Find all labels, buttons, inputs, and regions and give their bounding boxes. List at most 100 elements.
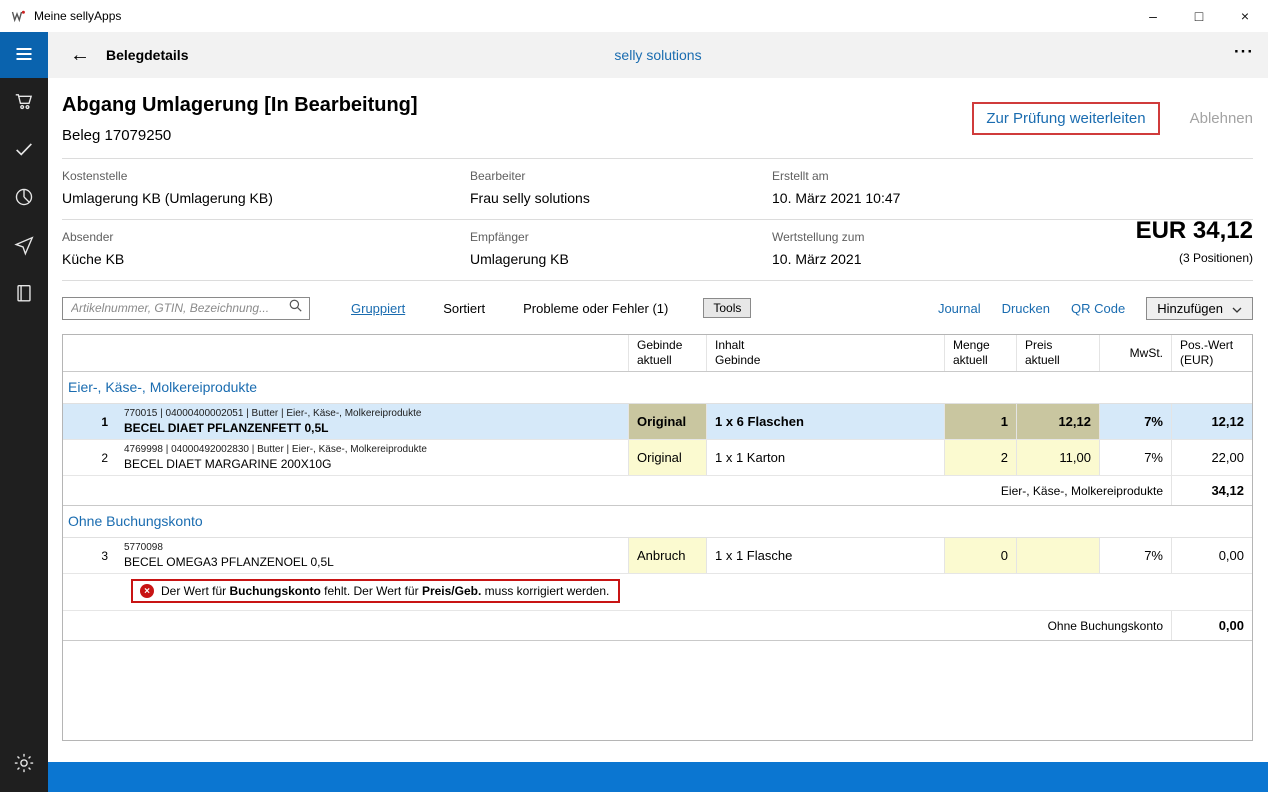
gear-icon [13,752,35,777]
title-bar: Meine sellyApps – □ × [0,0,1268,32]
preis-cell[interactable] [1016,538,1099,573]
article-name: BECEL OMEGA3 PFLANZENOEL 0,5L [124,555,334,569]
minimize-button[interactable]: – [1130,0,1176,32]
group-subtotal: Ohne Buchungskonto 0,00 [63,611,1252,641]
row-description: 4769998 | 04000492002830 | Butter | Eier… [116,440,628,475]
field-label: Absender [62,230,470,244]
journal-link[interactable]: Journal [938,301,981,316]
pos-wert-cell: 0,00 [1171,538,1252,573]
grouped-toggle[interactable]: Gruppiert [351,301,405,316]
gebinde-cell[interactable]: Original [628,440,706,475]
pos-wert-cell: 22,00 [1171,440,1252,475]
book-icon [13,282,35,307]
mwst-cell: 7% [1099,538,1171,573]
subtotal-value: 34,12 [1171,476,1252,505]
send-icon [13,234,35,259]
document-header: Abgang Umlagerung [In Bearbeitung] Beleg… [62,78,1253,144]
header-description [116,335,628,371]
field-value: Frau selly solutions [470,190,772,206]
bottom-bar [48,762,1268,792]
menge-cell[interactable]: 1 [944,404,1016,439]
subtotal-label: Ohne Buchungskonto [63,611,1171,640]
mwst-cell: 7% [1099,404,1171,439]
field-label: Bearbeiter [470,169,772,183]
search-input[interactable] [71,301,288,315]
inhalt-cell: 1 x 6 Flaschen [706,404,944,439]
gebinde-cell[interactable]: Anbruch [628,538,706,573]
window-controls: – □ × [1130,0,1268,32]
preis-cell[interactable]: 11,00 [1016,440,1099,475]
row-description: 770015 | 04000400002051 | Butter | Eier-… [116,404,628,439]
menge-cell[interactable]: 2 [944,440,1016,475]
sidebar-item-tasks[interactable] [0,126,48,174]
maximize-button[interactable]: □ [1176,0,1222,32]
sidebar-item-send[interactable] [0,222,48,270]
pos-wert-cell: 12,12 [1171,404,1252,439]
field-kostenstelle: Kostenstelle Umlagerung KB (Umlagerung K… [62,169,470,206]
list-toolbar: Gruppiert Sortiert Probleme oder Fehler … [62,296,1253,320]
sidebar-item-reports[interactable] [0,174,48,222]
gebinde-cell[interactable]: Original [628,404,706,439]
document-actions: Zur Prüfung weiterleiten Ablehnen [972,102,1253,135]
header-gebinde: Gebinde aktuell [628,335,706,371]
group-header[interactable]: Eier-, Käse-, Molkereiprodukte [63,372,1252,404]
header-mwst: MwSt. [1099,335,1171,371]
document-info: Kostenstelle Umlagerung KB (Umlagerung K… [62,158,1253,281]
total-amount: EUR 34,12 [1136,217,1253,245]
header-preis: Preis aktuell [1016,335,1099,371]
inhalt-cell: 1 x 1 Karton [706,440,944,475]
sidebar-item-settings[interactable] [0,740,48,788]
error-text: Der Wert für Buchungskonto fehlt. Der We… [161,584,609,598]
sidebar-spacer [0,318,48,740]
row-error: × Der Wert für Buchungskonto fehlt. Der … [63,574,1252,611]
field-value: Umlagerung KB [470,251,772,267]
preis-cell[interactable]: 12,12 [1016,404,1099,439]
article-meta: 770015 | 04000400002051 | Butter | Eier-… [124,408,421,419]
close-button[interactable]: × [1222,0,1268,32]
document-number: Beleg 17079250 [62,127,418,144]
field-erstellt-am: Erstellt am 10. März 2021 10:47 [772,169,1253,206]
page-title: Belegdetails [106,47,188,63]
sidebar-item-cart[interactable] [0,78,48,126]
problems-filter[interactable]: Probleme oder Fehler (1) [523,301,668,316]
article-name: BECEL DIAET PFLANZENFETT 0,5L [124,421,328,435]
qr-code-link[interactable]: QR Code [1071,301,1125,316]
field-empfaenger: Empfänger Umlagerung KB [470,230,772,267]
info-row-2: Absender Küche KB Empfänger Umlagerung K… [62,220,1253,281]
group-subtotal: Eier-, Käse-, Molkereiprodukte 34,12 [63,476,1252,506]
group-header[interactable]: Ohne Buchungskonto [63,506,1252,538]
add-button[interactable]: Hinzufügen [1146,297,1253,320]
field-absender: Absender Küche KB [62,230,470,267]
article-meta: 5770098 [124,542,163,553]
header-pos-wert: Pos.-Wert (EUR) [1171,335,1252,371]
sidebar-menu-button[interactable] [0,32,48,78]
table-row[interactable]: 1 770015 | 04000400002051 | Butter | Eie… [63,404,1252,440]
row-number: 3 [63,538,116,573]
table-row[interactable]: 2 4769998 | 04000492002830 | Butter | Ei… [63,440,1252,476]
search-box [62,297,310,320]
sidebar [0,32,48,792]
positions-count: (3 Positionen) [1136,251,1253,265]
inhalt-cell: 1 x 1 Flasche [706,538,944,573]
row-number: 2 [63,440,116,475]
tools-button[interactable]: Tools [703,298,751,318]
chevron-down-icon [1232,301,1242,316]
forward-for-review-button[interactable]: Zur Prüfung weiterleiten [972,102,1159,135]
app-icon [10,8,26,24]
field-value: Umlagerung KB (Umlagerung KB) [62,190,470,206]
header-inhalt: Inhalt Gebinde [706,335,944,371]
table-row[interactable]: 3 5770098 BECEL OMEGA3 PFLANZENOEL 0,5L … [63,538,1252,574]
menge-cell[interactable]: 0 [944,538,1016,573]
print-link[interactable]: Drucken [1002,301,1050,316]
more-icon[interactable]: ··· [1234,42,1254,62]
subtotal-label: Eier-, Käse-, Molkereiprodukte [63,476,1171,505]
app-shell: ← Belegdetails selly solutions ··· Abgan… [0,32,1268,792]
window-title: Meine sellyApps [34,9,121,23]
back-button[interactable]: ← [70,45,90,65]
table-empty-area [63,641,1252,740]
app-header: ← Belegdetails selly solutions ··· [48,32,1268,78]
reject-button[interactable]: Ablehnen [1190,110,1253,127]
sorted-toggle[interactable]: Sortiert [443,301,485,316]
sidebar-item-journal[interactable] [0,270,48,318]
cart-icon [13,90,35,115]
